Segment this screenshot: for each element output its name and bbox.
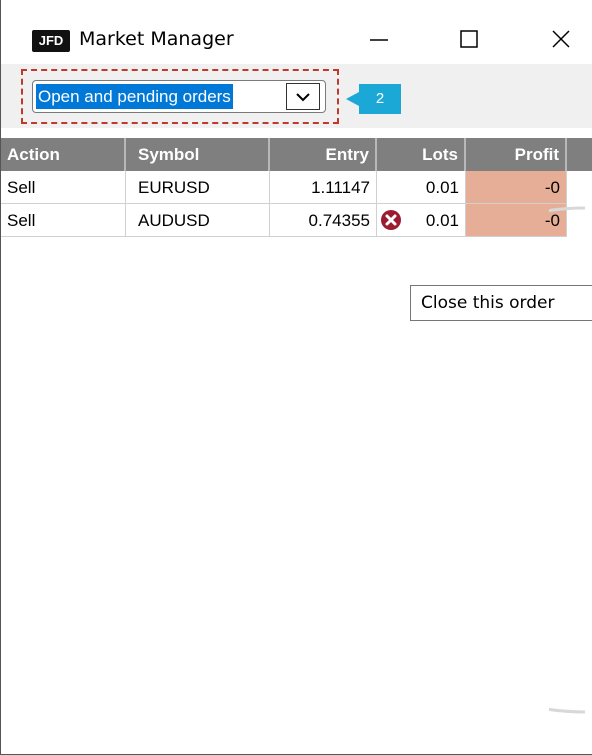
close-icon	[552, 30, 570, 48]
maximize-icon	[460, 30, 478, 48]
cell-action: Sell	[1, 204, 126, 237]
minimize-button[interactable]	[359, 22, 399, 56]
cell-action: Sell	[1, 171, 126, 204]
cell-symbol: EURUSD	[126, 171, 270, 204]
chevron-down-icon	[296, 92, 310, 101]
column-header-entry[interactable]: Entry	[270, 138, 377, 171]
jfd-logo: JFD	[32, 30, 70, 52]
order-filter-select[interactable]: Open and pending orders	[32, 80, 326, 113]
table-header: Action Symbol Entry Lots Profit	[1, 138, 592, 171]
cell-entry: 0.74355	[270, 204, 377, 237]
cell-entry: 1.11147	[270, 171, 377, 204]
title-bar[interactable]: JFD Market Manager	[1, 0, 592, 64]
close-order-icon[interactable]	[380, 209, 402, 231]
column-header-profit[interactable]: Profit	[466, 138, 567, 171]
step-callout: 2	[359, 84, 401, 114]
column-header-lots[interactable]: Lots	[377, 138, 466, 171]
tooltip: Close this order	[410, 285, 592, 321]
cell-lots: 0.01	[377, 171, 466, 204]
market-manager-window: JFD Market Manager Open and pending orde…	[0, 0, 592, 755]
window-title: Market Manager	[79, 28, 234, 50]
cell-symbol: AUDUSD	[126, 204, 270, 237]
column-header-symbol[interactable]: Symbol	[126, 138, 270, 171]
loading-spinner-icon	[549, 206, 586, 714]
callout-pointer	[346, 92, 359, 106]
table-row[interactable]: Sell AUDUSD 0.74355 0.01 -0	[1, 204, 567, 237]
column-header-action[interactable]: Action	[1, 138, 126, 171]
minimize-icon	[370, 39, 388, 41]
close-button[interactable]	[541, 22, 581, 56]
maximize-button[interactable]	[449, 22, 489, 56]
dropdown-button[interactable]	[286, 83, 320, 110]
order-filter-value: Open and pending orders	[36, 84, 233, 109]
table-row[interactable]: Sell EURUSD 1.11147 0.01 -0	[1, 171, 567, 204]
